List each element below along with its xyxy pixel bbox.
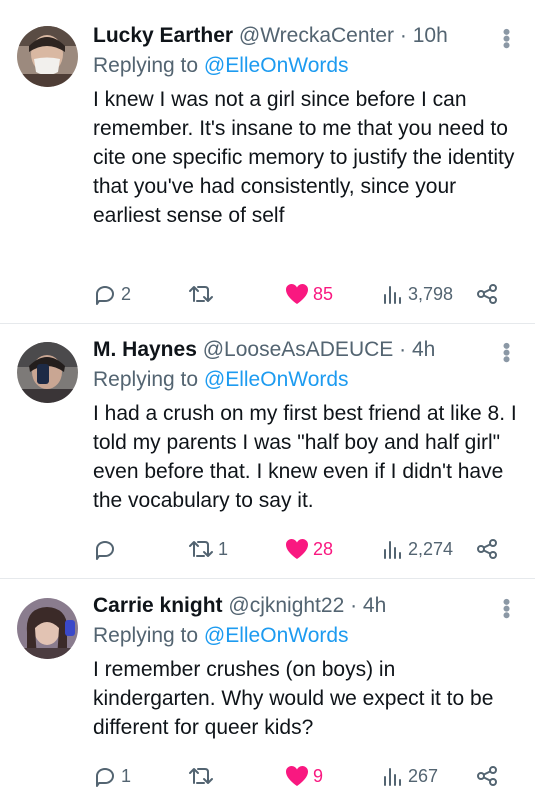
author-name[interactable]: Carrie knight [93,594,223,617]
replying-to-link[interactable]: @ElleOnWords [204,54,349,77]
retweet-icon [189,286,213,302]
heart-icon [286,284,308,304]
retweet-count: 1 [218,538,229,559]
reply-button[interactable] [93,537,121,561]
author-handle[interactable]: @LooseAsADEUCE [203,338,394,361]
like-count: 28 [313,538,334,559]
replying-to: Replying to @ElleOnWords [93,52,521,80]
share-icon [477,284,497,304]
reply-icon [96,768,114,787]
like-button[interactable]: 28 [285,538,333,560]
retweet-button[interactable]: 1 [188,537,228,561]
share-icon [477,766,497,786]
tweet-text: I had a crush on my first best friend at… [93,402,517,512]
replying-prefix: Replying to [93,54,199,77]
tweet[interactable]: ••• Carrie knight @cjknight22 · 4h Reply… [0,579,535,811]
avatar[interactable] [17,342,78,403]
author-handle[interactable]: @cjknight22 [228,594,344,617]
views-button[interactable]: 2,274 [382,538,453,560]
timestamp[interactable]: · 4h [350,594,386,617]
timestamp[interactable]: · 4h [399,338,435,361]
like-button[interactable]: 9 [285,765,323,787]
replying-to-link[interactable]: @ElleOnWords [204,368,349,391]
reply-count: 1 [121,765,132,786]
replying-to: Replying to @ElleOnWords [93,366,521,394]
timestamp[interactable]: · 10h [400,24,448,47]
tweet-header: M. Haynes @LooseAsADEUCE · 4h [93,336,521,364]
author-handle[interactable]: @WreckaCenter [239,24,394,47]
share-button[interactable] [475,537,499,561]
reply-button[interactable]: 2 [93,282,131,306]
replying-to-link[interactable]: @ElleOnWords [204,624,349,647]
tweet[interactable]: ••• M. Haynes @LooseAsADEUCE · 4h Replyi… [0,324,535,579]
action-bar: 1 9 267 [93,761,499,791]
like-count: 9 [313,765,324,786]
author-name[interactable]: M. Haynes [93,338,197,361]
share-icon [477,539,497,559]
retweet-icon [189,541,213,557]
action-bar: 2 85 3,798 [93,279,499,309]
view-count: 2,274 [408,538,454,559]
views-button[interactable]: 267 [382,765,438,787]
views-icon [384,286,401,304]
reply-icon [96,541,114,560]
view-count: 3,798 [408,283,454,304]
author-name[interactable]: Lucky Earther [93,24,233,47]
like-button[interactable]: 85 [285,283,333,305]
replying-to: Replying to @ElleOnWords [93,622,521,650]
views-icon [384,541,401,559]
heart-icon [286,766,308,786]
tweet-text: I remember crushes (on boys) in kinderga… [93,658,494,739]
retweet-icon [189,768,213,784]
like-count: 85 [313,283,334,304]
retweet-button[interactable] [188,282,218,306]
views-button[interactable]: 3,798 [382,283,453,305]
view-count: 267 [408,765,439,786]
views-icon [384,768,401,786]
action-bar: 1 28 2,274 [93,534,499,564]
share-button[interactable] [475,764,499,788]
reply-button[interactable]: 1 [93,764,131,788]
reply-count: 2 [121,283,132,304]
tweet[interactable]: ••• Lucky Earther @WreckaCenter · 10h Re… [0,0,535,324]
retweet-button[interactable] [188,764,218,788]
heart-icon [286,539,308,559]
tweet-header: Lucky Earther @WreckaCenter · 10h [93,22,521,50]
tweet-header: Carrie knight @cjknight22 · 4h [93,592,521,620]
reply-icon [96,286,114,305]
replying-prefix: Replying to [93,624,199,647]
avatar[interactable] [17,26,78,87]
tweet-text: I knew I was not a girl since before I c… [93,88,515,227]
share-button[interactable] [475,282,499,306]
replying-prefix: Replying to [93,368,199,391]
avatar[interactable] [17,598,78,659]
